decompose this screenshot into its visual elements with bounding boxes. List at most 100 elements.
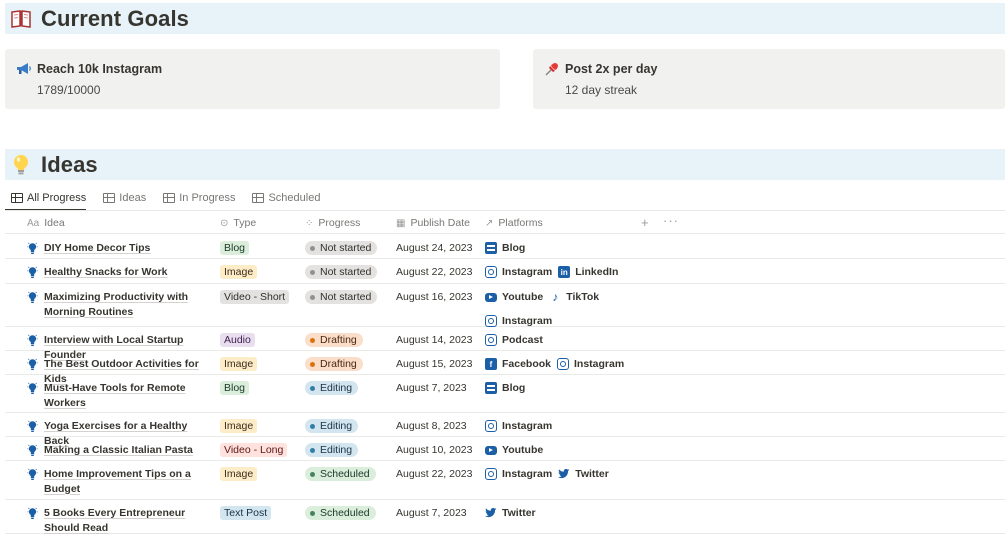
type-cell[interactable]: Blog xyxy=(220,381,250,395)
idea-cell[interactable]: Making a Classic Italian Pasta xyxy=(27,443,212,460)
table-row[interactable]: The Best Outdoor Activities for Kids Imag… xyxy=(5,351,1005,385)
idea-title[interactable]: Home Improvement Tips on a Budget xyxy=(44,467,212,496)
platform-link-instagram[interactable]: Instagram xyxy=(485,419,552,433)
tab-all-progress[interactable]: All Progress xyxy=(5,186,87,211)
platforms-cell[interactable]: Instagram Twitter xyxy=(485,467,655,481)
platform-link-twitter[interactable]: Twitter xyxy=(558,467,609,481)
status-label: Editing xyxy=(320,382,353,394)
idea-cell[interactable]: Home Improvement Tips on a Budget xyxy=(27,467,212,496)
progress-cell[interactable]: Editing xyxy=(305,381,359,395)
status-dot-icon xyxy=(310,423,315,429)
type-cell[interactable]: Blog xyxy=(220,241,250,255)
platform-link-facebook[interactable]: f Facebook xyxy=(485,357,551,371)
column-header-progress[interactable]: ⁘ Progress xyxy=(305,217,360,229)
publish-date-cell[interactable]: August 8, 2023 xyxy=(396,420,467,432)
platforms-cell[interactable]: Blog xyxy=(485,241,655,255)
idea-title[interactable]: Making a Classic Italian Pasta xyxy=(44,443,193,460)
publish-date-cell[interactable]: August 10, 2023 xyxy=(396,444,472,456)
publish-date-cell[interactable]: August 22, 2023 xyxy=(396,468,472,480)
column-header-idea[interactable]: Aa Idea xyxy=(27,217,65,229)
platform-link-blog[interactable]: Blog xyxy=(485,241,525,255)
idea-title[interactable]: DIY Home Decor Tips xyxy=(44,241,150,258)
platforms-cell[interactable]: Instagram xyxy=(485,419,655,433)
progress-cell[interactable]: Not started xyxy=(305,265,378,279)
publish-date-cell[interactable]: August 7, 2023 xyxy=(396,507,467,519)
tab-in-progress[interactable]: In Progress xyxy=(157,186,235,210)
progress-cell[interactable]: Editing xyxy=(305,443,359,457)
status-label: Not started xyxy=(320,291,372,303)
type-cell[interactable]: Audio xyxy=(220,333,255,347)
platform-link-podcast[interactable]: Podcast xyxy=(485,333,543,347)
type-cell[interactable]: Image xyxy=(220,265,258,279)
idea-cell[interactable]: 5 Books Every Entrepreneur Should Read xyxy=(27,506,212,535)
type-cell[interactable]: Video - Long xyxy=(220,443,288,457)
platforms-cell[interactable]: Youtube ♪ TikTok Instagram xyxy=(485,290,655,328)
platform-link-instagram[interactable]: Instagram xyxy=(485,467,552,481)
platforms-cell[interactable]: Blog xyxy=(485,381,655,395)
add-property-button[interactable]: + xyxy=(641,215,649,230)
goal-callout[interactable]: Post 2x per day 12 day streak xyxy=(533,49,1005,109)
table-row[interactable]: DIY Home Decor Tips Blog Not started August… xyxy=(5,235,1005,259)
table-row[interactable]: Yoga Exercises for a Healthy Back Image Ed… xyxy=(5,413,1005,447)
platform-link-instagram[interactable]: Instagram xyxy=(485,265,552,279)
column-header-platforms[interactable]: ↗ Platforms xyxy=(485,217,543,229)
table-row[interactable]: Interview with Local Startup Founder Audi… xyxy=(5,327,1005,361)
progress-cell[interactable]: Not started xyxy=(305,241,378,255)
table-row[interactable]: Maximizing Productivity with Morning Rou… xyxy=(5,284,1005,327)
platform-link-instagram[interactable]: Instagram xyxy=(485,314,552,328)
publish-date-cell[interactable]: August 14, 2023 xyxy=(396,334,472,346)
publish-date-cell[interactable]: August 7, 2023 xyxy=(396,382,467,394)
idea-title[interactable]: Healthy Snacks for Work xyxy=(44,265,168,282)
platform-link-blog[interactable]: Blog xyxy=(485,381,525,395)
platforms-cell[interactable]: Twitter xyxy=(485,506,655,520)
type-cell[interactable]: Image xyxy=(220,467,258,481)
platforms-cell[interactable]: Instagram in LinkedIn xyxy=(485,265,655,279)
idea-title[interactable]: 5 Books Every Entrepreneur Should Read xyxy=(44,506,212,535)
idea-cell[interactable]: Maximizing Productivity with Morning Rou… xyxy=(27,290,212,319)
publish-date-cell[interactable]: August 22, 2023 xyxy=(396,266,472,278)
column-header-publish-date[interactable]: ▦ Publish Date xyxy=(396,217,470,229)
progress-cell[interactable]: Scheduled xyxy=(305,467,376,481)
table-row[interactable]: Making a Classic Italian Pasta Video - Lo… xyxy=(5,437,1005,461)
type-cell[interactable]: Text Post xyxy=(220,506,272,520)
table-row[interactable]: Must-Have Tools for Remote Workers Blog Ed… xyxy=(5,375,1005,413)
idea-cell[interactable]: Healthy Snacks for Work xyxy=(27,265,212,282)
publish-date-cell[interactable]: August 15, 2023 xyxy=(396,358,472,370)
table-row[interactable]: 5 Books Every Entrepreneur Should Read Te… xyxy=(5,500,1005,534)
platform-link-linkedin[interactable]: in LinkedIn xyxy=(558,265,618,279)
type-cell[interactable]: Image xyxy=(220,419,258,433)
table-row[interactable]: Home Improvement Tips on a Budget Image Sc… xyxy=(5,461,1005,500)
table-row[interactable]: Healthy Snacks for Work Image Not started A… xyxy=(5,259,1005,284)
type-cell[interactable]: Video - Short xyxy=(220,290,290,304)
platform-link-instagram[interactable]: Instagram xyxy=(557,357,624,371)
tab-scheduled[interactable]: Scheduled xyxy=(246,186,320,210)
platform-link-tiktok[interactable]: ♪ TikTok xyxy=(549,290,599,304)
table-header: Aa Idea ⊙ Type ⁘ Progress ▦ Publish Date ↗ Pl… xyxy=(5,212,1005,234)
idea-title[interactable]: Must-Have Tools for Remote Workers xyxy=(44,381,212,410)
platform-link-twitter[interactable]: Twitter xyxy=(485,506,536,520)
current-goals-header: Current Goals xyxy=(5,3,1005,34)
progress-cell[interactable]: Editing xyxy=(305,419,359,433)
goal-callout[interactable]: Reach 10k Instagram 1789/10000 xyxy=(5,49,500,109)
platform-link-youtube[interactable]: Youtube xyxy=(485,290,543,304)
calendar-icon: ▦ xyxy=(396,217,406,229)
column-header-type[interactable]: ⊙ Type xyxy=(220,217,256,229)
type-cell[interactable]: Image xyxy=(220,357,258,371)
idea-cell[interactable]: Must-Have Tools for Remote Workers xyxy=(27,381,212,410)
platforms-cell[interactable]: Podcast xyxy=(485,333,655,347)
progress-cell[interactable]: Drafting xyxy=(305,333,363,347)
progress-cell[interactable]: Scheduled xyxy=(305,506,376,520)
progress-cell[interactable]: Drafting xyxy=(305,357,363,371)
publish-date-cell[interactable]: August 24, 2023 xyxy=(396,242,472,254)
type-tag: Image xyxy=(220,467,258,481)
tab-ideas[interactable]: Ideas xyxy=(97,186,146,210)
platforms-cell[interactable]: Youtube xyxy=(485,443,655,457)
platforms-cell[interactable]: f Facebook Instagram xyxy=(485,357,655,371)
more-options-button[interactable]: ··· xyxy=(663,213,679,228)
status-badge: Editing xyxy=(305,419,359,433)
publish-date-cell[interactable]: August 16, 2023 xyxy=(396,291,472,303)
idea-title[interactable]: Maximizing Productivity with Morning Rou… xyxy=(44,290,212,319)
idea-cell[interactable]: DIY Home Decor Tips xyxy=(27,241,212,258)
progress-cell[interactable]: Not started xyxy=(305,290,378,304)
platform-link-youtube[interactable]: Youtube xyxy=(485,443,543,457)
